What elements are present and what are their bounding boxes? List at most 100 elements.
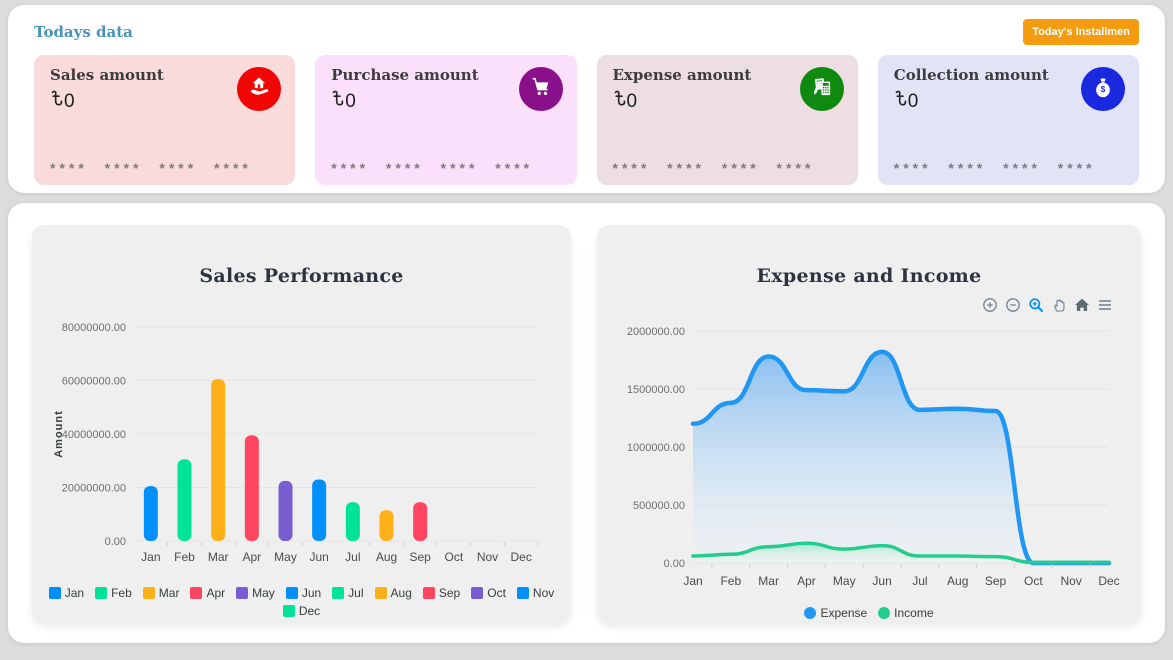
legend-marker	[423, 587, 435, 599]
legend-label: Income	[894, 606, 933, 620]
top-header-row: Todays data Today's Installmen	[34, 17, 1139, 47]
card-amount-value: 0	[64, 91, 75, 113]
sales-bar-chart[interactable]: 0.0020000000.0040000000.0060000000.00800…	[46, 313, 546, 575]
menu-icon[interactable]	[1097, 297, 1113, 313]
x-tick-label: Mar	[208, 550, 229, 564]
bar-jan[interactable]	[144, 486, 158, 541]
x-tick-label: Jul	[912, 574, 927, 588]
expense-income-area-chart[interactable]: 0.00500000.001000000.001500000.002000000…	[611, 315, 1127, 595]
x-tick-label: Dec	[510, 550, 531, 564]
expense-chart-title: Expense and Income	[611, 265, 1127, 287]
x-tick-label: Jun	[309, 550, 328, 564]
x-tick-label: Dec	[1098, 574, 1119, 588]
legend-item-apr[interactable]: Apr	[190, 586, 225, 600]
x-tick-label: Feb	[720, 574, 741, 588]
legend-label: Feb	[111, 586, 132, 600]
legend-item-jul[interactable]: Jul	[332, 586, 363, 600]
legend-label: Aug	[391, 586, 412, 600]
legend-marker	[95, 587, 107, 599]
x-tick-label: Nov	[477, 550, 498, 564]
bar-may[interactable]	[279, 481, 293, 541]
x-tick-label: May	[274, 550, 297, 564]
legend-label: May	[252, 586, 275, 600]
y-tick-label: 0.00	[105, 536, 126, 548]
x-tick-label: Oct	[1024, 574, 1043, 588]
bar-jun[interactable]	[312, 479, 326, 541]
todays-installment-button[interactable]: Today's Installmen	[1023, 19, 1139, 45]
bar-sep[interactable]	[413, 502, 427, 541]
x-tick-label: Aug	[376, 550, 397, 564]
card-amount-value: 0	[345, 91, 356, 113]
money-bag-icon: $	[1090, 74, 1116, 105]
collection-amount-card: Collection amount 0 $ **** **** **** ***…	[878, 55, 1139, 185]
legend-item-jan[interactable]: Jan	[49, 586, 84, 600]
masked-number: **** **** **** ****	[331, 160, 533, 176]
legend-marker	[332, 587, 344, 599]
pan-icon[interactable]	[1051, 297, 1067, 313]
section-title: Todays data	[34, 23, 133, 41]
x-tick-label: Nov	[1061, 574, 1082, 588]
legend-item-sep[interactable]: Sep	[423, 586, 460, 600]
legend-item-oct[interactable]: Oct	[471, 586, 506, 600]
x-tick-label: Jan	[683, 574, 702, 588]
legend-item-jun[interactable]: Jun	[286, 586, 321, 600]
legend-item-mar[interactable]: Mar	[143, 586, 180, 600]
legend-label: Nov	[533, 586, 554, 600]
x-tick-label: Mar	[758, 574, 779, 588]
home-icon[interactable]	[1074, 297, 1090, 313]
x-tick-label: Jul	[345, 550, 360, 564]
legend-item-expense[interactable]: Expense	[804, 606, 867, 620]
taka-symbol	[613, 89, 626, 114]
svg-text:$: $	[1101, 85, 1106, 94]
legend-item-aug[interactable]: Aug	[375, 586, 412, 600]
legend-marker	[517, 587, 529, 599]
legend-marker	[286, 587, 298, 599]
zoom-out-icon[interactable]	[1005, 297, 1021, 313]
expense-amount-card: Expense amount 0	[597, 55, 858, 185]
legend-item-may[interactable]: May	[236, 586, 275, 600]
sales-performance-card: Sales Performance 0.0020000000.004000000…	[32, 225, 571, 621]
x-tick-label: Apr	[242, 550, 261, 564]
hand-holding-house-icon	[246, 74, 272, 105]
legend-item-income[interactable]: Income	[878, 606, 933, 620]
legend-item-dec[interactable]: Dec	[283, 604, 320, 618]
legend-marker	[375, 587, 387, 599]
zoom-in-icon[interactable]	[982, 297, 998, 313]
legend-label: Jan	[65, 586, 84, 600]
bar-feb[interactable]	[178, 459, 192, 541]
x-tick-label: Sep	[409, 550, 431, 564]
legend-item-feb[interactable]: Feb	[95, 586, 132, 600]
masked-number: **** **** **** ****	[894, 160, 1096, 176]
legend-label: Dec	[299, 604, 320, 618]
expense-income-card: Expense and Income 0.00500000.001000000.…	[597, 225, 1141, 621]
legend-label: Sep	[439, 586, 460, 600]
x-tick-label: Jan	[141, 550, 160, 564]
y-tick-label: 80000000.00	[62, 322, 126, 334]
expense-income-legend: Expense Income	[611, 606, 1127, 620]
legend-label: Jul	[348, 586, 363, 600]
bar-aug[interactable]	[380, 510, 394, 541]
y-tick-label: 1500000.00	[627, 384, 685, 396]
x-tick-label: Aug	[947, 574, 968, 588]
x-tick-label: Jun	[872, 574, 891, 588]
legend-label: Jun	[302, 586, 321, 600]
x-tick-label: May	[833, 574, 856, 588]
y-tick-label: 2000000.00	[627, 326, 685, 338]
selection-zoom-icon[interactable]	[1028, 297, 1044, 313]
y-tick-label: 1000000.00	[627, 442, 685, 454]
legend-label: Expense	[820, 606, 867, 620]
bar-jul[interactable]	[346, 502, 360, 541]
y-tick-label: 20000000.00	[62, 483, 126, 495]
bar-apr[interactable]	[245, 435, 259, 541]
calculator-pen-icon	[809, 74, 835, 105]
card-amount-value: 0	[908, 91, 919, 113]
sales-legend-overflow: Dec	[46, 604, 557, 618]
bar-mar[interactable]	[211, 379, 225, 541]
legend-item-nov[interactable]: Nov	[517, 586, 554, 600]
taka-symbol	[331, 89, 344, 114]
x-tick-label: Oct	[444, 550, 463, 564]
y-tick-label: 0.00	[664, 558, 685, 570]
y-tick-label: 60000000.00	[62, 376, 126, 388]
x-tick-label: Feb	[174, 550, 195, 564]
charts-panel: Sales Performance 0.0020000000.004000000…	[8, 203, 1165, 643]
